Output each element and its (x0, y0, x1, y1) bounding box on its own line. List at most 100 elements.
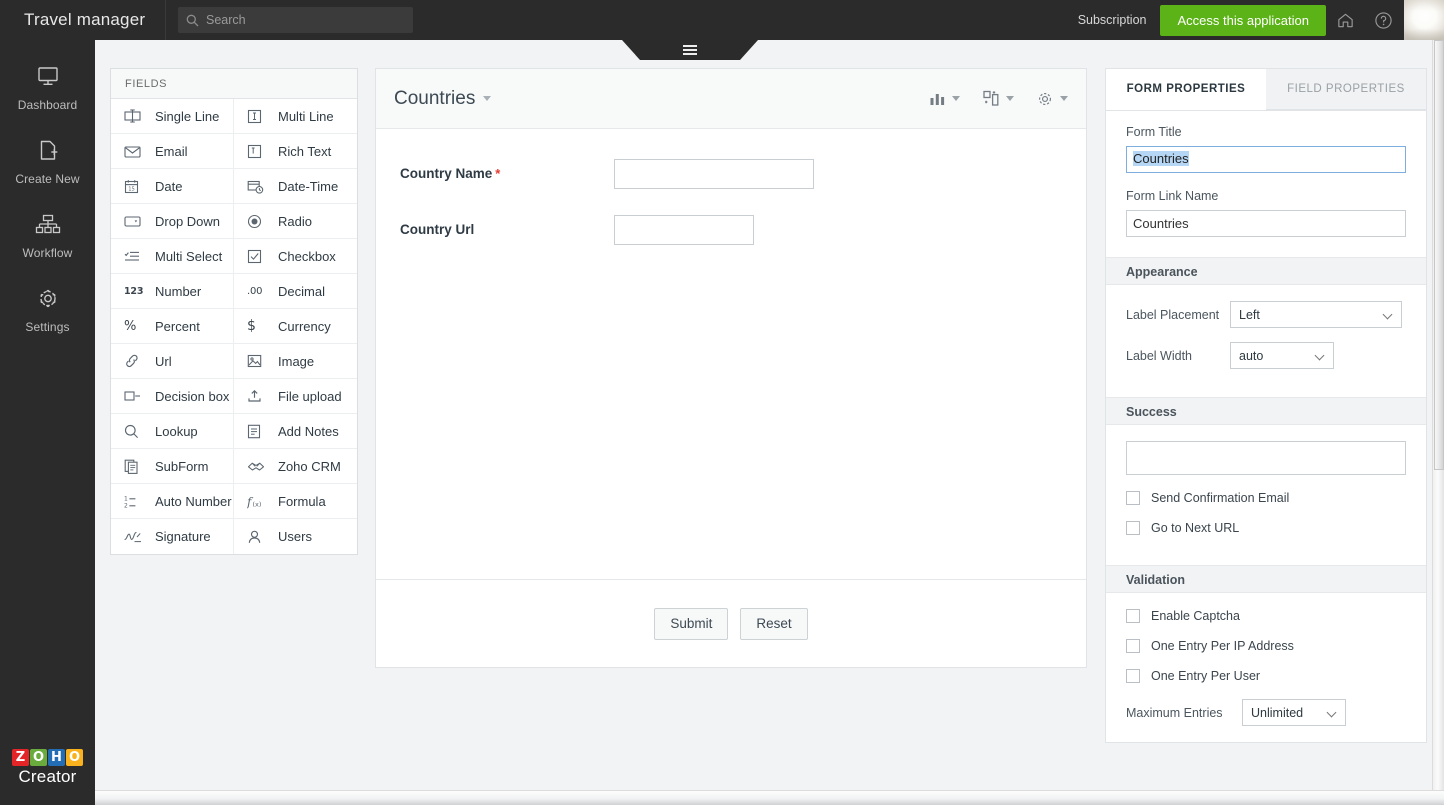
field-type-decision-box[interactable]: Decision box (111, 379, 234, 414)
field-type-subform[interactable]: SubForm (111, 449, 234, 484)
rail-item-dashboard[interactable]: Dashboard (0, 40, 95, 122)
field-type-multi-select[interactable]: Multi Select (111, 239, 234, 274)
validation-section: Enable Captcha One Entry Per IP Address … (1106, 593, 1426, 742)
tab-form-properties[interactable]: FORM PROPERTIES (1106, 69, 1266, 110)
field-type-add-notes[interactable]: Add Notes (234, 414, 357, 449)
horizontal-scrollbar[interactable] (95, 790, 1444, 805)
go-to-next-url-checkbox[interactable] (1126, 521, 1140, 535)
search-input[interactable] (206, 13, 405, 27)
zoho-creator-logo: Z O H O Creator (0, 748, 95, 787)
form-link-name-input[interactable] (1126, 210, 1406, 237)
label-placement-value: Left (1239, 307, 1260, 322)
send-confirmation-email-row[interactable]: Send Confirmation Email (1126, 491, 1406, 505)
tab-field-properties[interactable]: FIELD PROPERTIES (1266, 69, 1426, 110)
svg-text:1: 1 (124, 495, 128, 502)
fields-panel-title: FIELDS (111, 69, 357, 99)
enable-captcha-row[interactable]: Enable Captcha (1126, 609, 1406, 623)
magnifier-icon (124, 422, 146, 440)
field-type-zoho-crm[interactable]: Zoho CRM (234, 449, 357, 484)
field-type-percent[interactable]: % Percent (111, 309, 234, 344)
field-type-single-line[interactable]: Single Line (111, 99, 234, 134)
panel-collapse-handle[interactable] (622, 40, 758, 60)
field-type-file-upload[interactable]: File upload (234, 379, 357, 414)
one-entry-per-ip-checkbox[interactable] (1126, 639, 1140, 653)
form-title-chevron-down-icon[interactable] (483, 96, 492, 101)
one-entry-per-user-label: One Entry Per User (1151, 669, 1261, 683)
field-type-number[interactable]: 123 Number (111, 274, 234, 309)
field-type-auto-number[interactable]: 12 Auto Number (111, 484, 234, 519)
svg-text:15: 15 (128, 186, 135, 192)
vertical-scrollbar[interactable] (1432, 40, 1444, 790)
reset-button[interactable]: Reset (740, 607, 808, 640)
field-type-formula[interactable]: f (x) Formula (234, 484, 357, 519)
field-type-users[interactable]: Users (234, 519, 357, 554)
send-confirmation-email-label: Send Confirmation Email (1151, 491, 1290, 505)
field-type-email[interactable]: Email (111, 134, 234, 169)
field-label: Checkbox (278, 248, 336, 264)
country-name-input[interactable] (614, 159, 814, 189)
gear-icon (0, 284, 95, 314)
help-circle-icon[interactable] (1364, 0, 1402, 40)
one-entry-per-user-checkbox[interactable] (1126, 669, 1140, 683)
properties-general-section: Form Title Countries Form Link Name (1106, 111, 1426, 257)
field-type-radio[interactable]: Radio (234, 204, 357, 239)
layout-tool-button[interactable] (982, 90, 1014, 107)
vertical-scrollbar-thumb[interactable] (1434, 40, 1444, 470)
label-text: Country Url (400, 222, 475, 237)
country-url-input[interactable] (614, 215, 754, 245)
one-entry-per-ip-row[interactable]: One Entry Per IP Address (1126, 639, 1406, 653)
subscription-link[interactable]: Subscription (1078, 13, 1147, 27)
field-type-image[interactable]: Image (234, 344, 357, 379)
access-this-application-button[interactable]: Access this application (1160, 4, 1326, 36)
enable-captcha-checkbox[interactable] (1126, 609, 1140, 623)
settings-tool-button[interactable] (1036, 90, 1068, 108)
chart-tool-button[interactable] (929, 91, 960, 107)
field-label: Date-Time (278, 178, 339, 194)
rail-label: Create New (15, 172, 80, 186)
field-type-url[interactable]: Url (111, 344, 234, 379)
maximum-entries-select[interactable]: Unlimited (1242, 699, 1346, 726)
field-type-multi-line[interactable]: Multi Line (234, 99, 357, 134)
field-type-date[interactable]: 15 Date (111, 169, 234, 204)
validation-section-heading: Validation (1106, 565, 1426, 593)
single-line-icon (124, 107, 146, 125)
go-to-next-url-row[interactable]: Go to Next URL (1126, 521, 1406, 535)
field-type-checkbox[interactable]: Checkbox (234, 239, 357, 274)
user-avatar[interactable] (1404, 0, 1444, 40)
appearance-section-heading: Appearance (1106, 257, 1426, 285)
rail-item-settings[interactable]: Settings (0, 270, 95, 344)
search-box[interactable] (178, 7, 413, 33)
field-label: Percent (155, 318, 200, 334)
submit-button[interactable]: Submit (654, 607, 729, 640)
checkbox-icon (247, 247, 269, 265)
one-entry-per-user-row[interactable]: One Entry Per User (1126, 669, 1406, 683)
fields-panel: FIELDS Single Line Multi Line Email Rich… (110, 68, 358, 555)
fields-list: Single Line Multi Line Email Rich Text 1… (111, 99, 357, 554)
dropdown-icon (124, 212, 146, 230)
label-width-select[interactable]: auto (1230, 342, 1334, 369)
field-type-signature[interactable]: Signature (111, 519, 234, 554)
maximum-entries-row: Maximum Entries Unlimited (1126, 699, 1406, 726)
field-label: Single Line (155, 108, 220, 124)
field-type-rich-text[interactable]: Rich Text (234, 134, 357, 169)
field-type-date-time[interactable]: Date-Time (234, 169, 357, 204)
logo-product-name: Creator (18, 767, 77, 786)
field-type-currency[interactable]: $ Currency (234, 309, 357, 344)
chevron-down-icon (1328, 708, 1337, 717)
home-icon[interactable] (1326, 0, 1364, 40)
field-type-drop-down[interactable]: Drop Down (111, 204, 234, 239)
field-type-decimal[interactable]: .00 Decimal (234, 274, 357, 309)
label-placement-select[interactable]: Left (1230, 301, 1402, 328)
send-confirmation-email-checkbox[interactable] (1126, 491, 1140, 505)
field-label: Rich Text (278, 143, 332, 159)
field-type-lookup[interactable]: Lookup (111, 414, 234, 449)
rail-item-workflow[interactable]: Workflow (0, 196, 95, 270)
top-header-bar: Travel manager Subscription Access this … (0, 0, 1444, 40)
required-asterisk: * (495, 166, 501, 181)
form-title-input[interactable]: Countries (1126, 146, 1406, 173)
rail-item-create-new[interactable]: Create New (0, 122, 95, 196)
success-message-textarea[interactable] (1126, 441, 1406, 475)
radio-button-icon (247, 212, 269, 230)
form-title-selected-text: Countries (1133, 151, 1189, 166)
success-section: Send Confirmation Email Go to Next URL (1106, 425, 1426, 565)
